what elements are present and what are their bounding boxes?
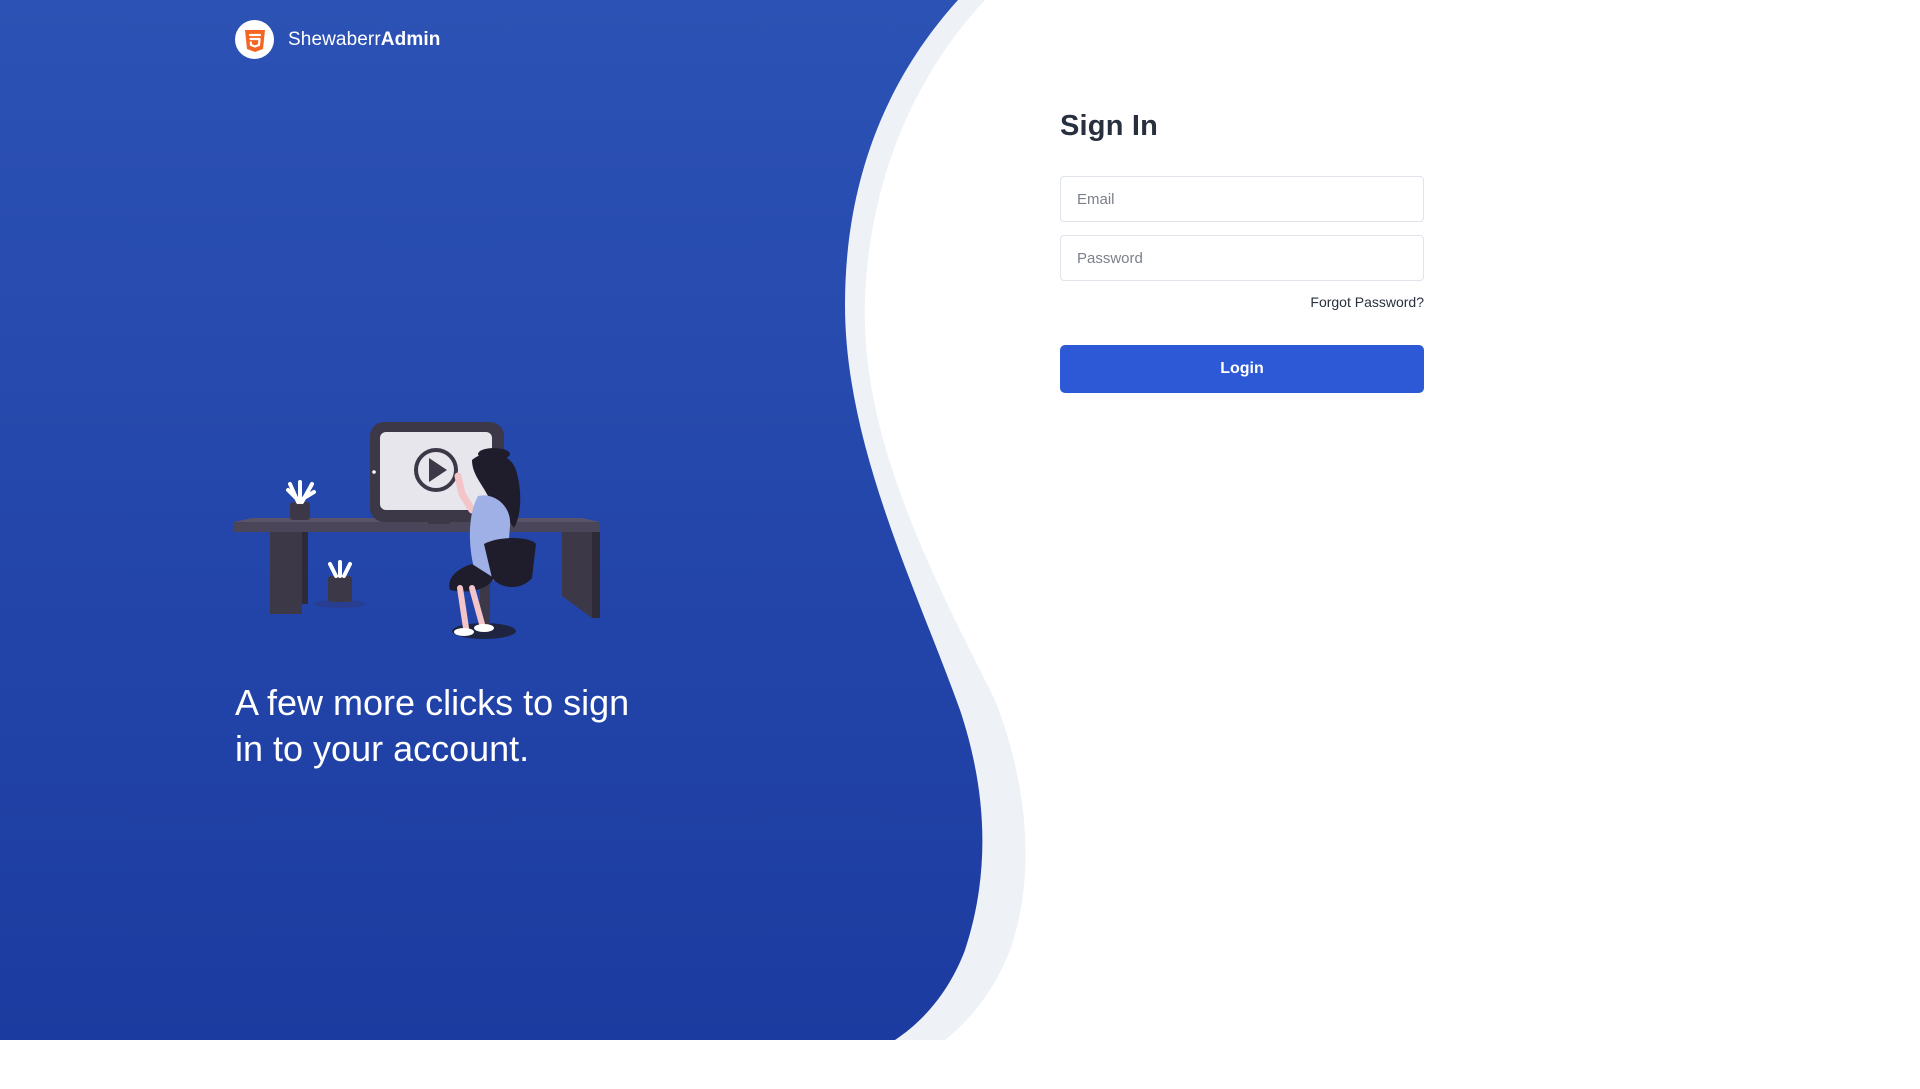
page-title: Sign In [1060,110,1159,142]
hero-panel: ShewaberrAdmin A few more clicks to sign… [0,0,1920,1040]
forgot-password-link[interactable]: Forgot Password? [1310,294,1424,310]
hero-tagline: A few more clicks to sign in to your acc… [235,682,630,769]
html5-shield-icon [235,20,274,59]
password-field[interactable] [1060,235,1424,281]
brand[interactable]: ShewaberrAdmin [235,20,440,59]
woman-at-desk-video-illustration [234,422,600,639]
brand-name-bold: Admin [380,28,441,50]
forgot-password-row: Forgot Password? [1060,294,1424,312]
login-button[interactable]: Login [1060,345,1424,393]
brand-name: ShewaberrAdmin [288,29,440,51]
sign-in-form: Sign In Forgot Password? Login [1060,110,1424,393]
brand-name-regular: Shewaberr [288,28,381,50]
email-field[interactable] [1060,176,1424,222]
